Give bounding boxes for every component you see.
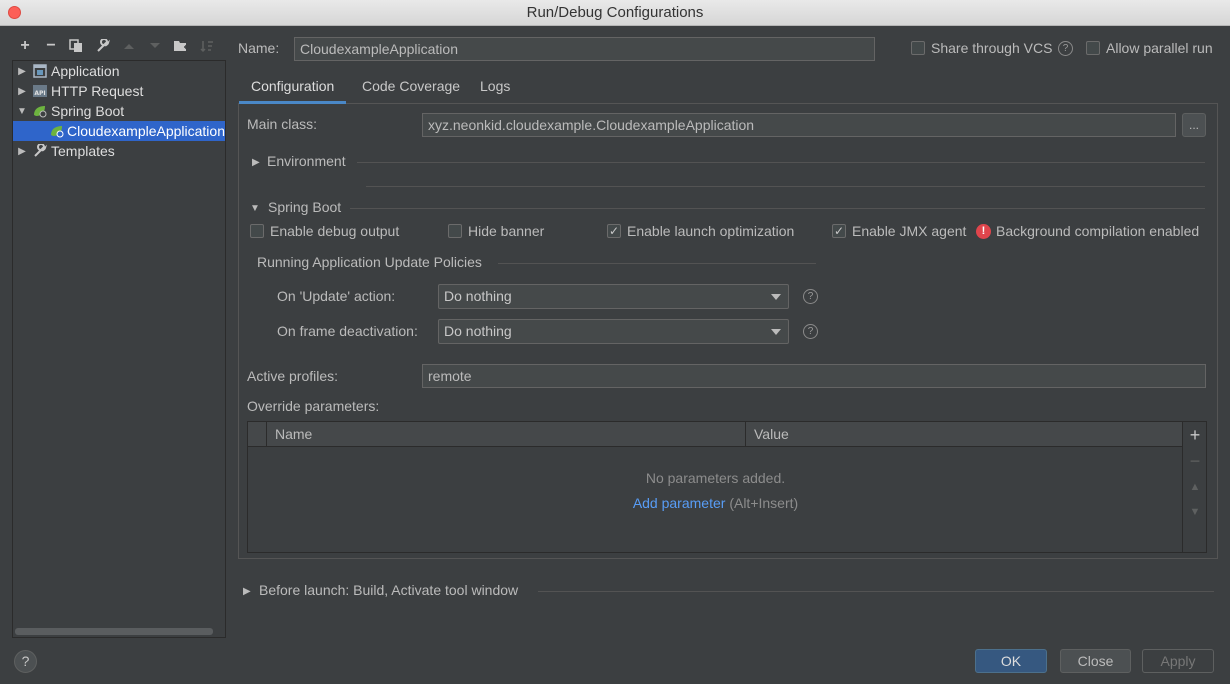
allow-parallel-label[interactable]: Allow parallel run [1106,40,1213,56]
tree-item-label: Spring Boot [51,103,125,119]
expand-arrow-icon[interactable]: ▶ [252,157,260,168]
allow-parallel-checkbox[interactable] [1086,41,1100,55]
share-vcs-label[interactable]: Share through VCS [931,40,1052,56]
divider [366,186,1205,187]
tree-item-application[interactable]: ▶ Application [13,61,225,81]
tab-logs[interactable]: Logs [468,72,522,104]
table-side-toolbar: + − ▲ ▼ [1182,422,1206,552]
table-header: Name Value [248,422,1183,447]
hide-banner-checkbox[interactable] [448,224,462,238]
collapse-arrow-icon[interactable]: ▼ [250,203,260,214]
apply-button: Apply [1142,649,1214,673]
empty-table-text: No parameters added. [645,470,786,486]
spring-boot-icon [31,103,49,119]
tree-item-label: HTTP Request [51,83,144,99]
tree-item-http-request[interactable]: ▶ API HTTP Request [13,81,225,101]
chevron-down-icon [771,329,781,335]
help-button[interactable]: ? [14,650,37,673]
on-update-label: On 'Update' action: [277,288,396,304]
jmx-agent-label[interactable]: Enable JMX agent [852,223,966,239]
environment-label[interactable]: Environment [267,153,346,169]
launch-optimization-checkbox[interactable]: ✓ [607,224,621,238]
hide-banner-label[interactable]: Hide banner [468,223,544,239]
move-up-icon: ▲ [1189,481,1201,493]
spring-boot-section-label[interactable]: Spring Boot [268,199,341,215]
enable-debug-checkbox[interactable] [250,224,264,238]
on-update-value: Do nothing [444,288,512,304]
chevron-down-icon [771,294,781,300]
parameters-table[interactable]: Name Value No parameters added. Add para… [247,421,1207,553]
close-window-icon[interactable] [8,6,21,19]
copy-icon[interactable] [66,36,86,56]
add-icon[interactable]: + [15,36,35,56]
title-bar: Run/Debug Configurations [0,0,1230,26]
on-frame-value: Do nothing [444,323,512,339]
add-icon[interactable]: + [1183,425,1207,445]
column-header-value[interactable]: Value [745,422,1182,447]
main-class-label: Main class: [247,116,318,132]
wrench-icon[interactable] [93,36,113,56]
new-folder-icon[interactable] [171,36,191,56]
close-button[interactable]: Close [1060,649,1131,673]
collapse-arrow-icon[interactable]: ▼ [13,106,31,117]
help-icon[interactable]: ? [803,289,818,304]
tab-code-coverage[interactable]: Code Coverage [350,72,472,104]
expand-arrow-icon[interactable]: ▶ [243,586,251,597]
expand-arrow-icon[interactable]: ▶ [13,146,31,157]
override-parameters-label: Override parameters: [247,398,380,414]
divider [498,263,816,264]
expand-arrow-icon[interactable]: ▶ [13,66,31,77]
name-field[interactable]: CloudexampleApplication [294,37,875,61]
before-launch-label[interactable]: Before launch: Build, Activate tool wind… [259,582,518,598]
main-class-field[interactable]: xyz.neonkid.cloudexample.CloudexampleApp… [422,113,1176,137]
expand-arrow-icon[interactable]: ▶ [13,86,31,97]
tab-configuration[interactable]: Configuration [239,72,347,104]
browse-button[interactable]: ... [1182,113,1206,137]
divider [538,591,1214,592]
tree-item-cloudexample-application[interactable]: CloudexampleApplication [13,121,225,141]
api-icon: API [31,83,49,99]
share-vcs-checkbox[interactable] [911,41,925,55]
help-icon[interactable]: ? [1058,41,1073,56]
application-icon [31,63,49,79]
remove-icon[interactable]: − [41,36,61,56]
divider [350,208,1205,209]
sort-icon [197,36,217,56]
update-policies-label: Running Application Update Policies [257,254,482,270]
configuration-tree[interactable]: ▶ Application ▶ API HTTP Request ▼ Sprin… [12,60,226,638]
launch-optimization-label[interactable]: Enable launch optimization [627,223,794,239]
active-profiles-label: Active profiles: [247,368,339,384]
wrench-icon [31,143,49,159]
move-up-icon [119,36,139,56]
window-title: Run/Debug Configurations [526,4,704,21]
on-update-select[interactable]: Do nothing [438,284,789,309]
tree-horizontal-scrollbar[interactable] [15,628,213,635]
tree-item-label: Templates [51,143,115,159]
ok-button[interactable]: OK [975,649,1047,673]
error-icon: ! [976,224,991,239]
background-compilation-label: Background compilation enabled [996,223,1200,239]
help-icon[interactable]: ? [803,324,818,339]
add-parameter-link[interactable]: Add parameter [633,495,726,511]
enable-debug-label[interactable]: Enable debug output [270,223,399,239]
active-profiles-field[interactable]: remote [422,364,1206,388]
divider [357,162,1205,163]
svg-text:API: API [34,90,45,97]
jmx-agent-checkbox[interactable]: ✓ [832,224,846,238]
name-label: Name: [238,40,280,56]
remove-icon: − [1189,451,1201,471]
spring-boot-icon [48,123,65,139]
add-parameter-shortcut: (Alt+Insert) [729,495,799,511]
column-header-name[interactable]: Name [266,422,746,447]
tree-item-spring-boot[interactable]: ▼ Spring Boot [13,101,225,121]
tree-item-label: Application [51,63,120,79]
tree-item-label: CloudexampleApplication [67,123,225,139]
move-down-icon: ▼ [1189,506,1201,518]
on-frame-select[interactable]: Do nothing [438,319,789,344]
move-down-icon [145,36,165,56]
on-frame-label: On frame deactivation: [277,323,418,339]
add-parameter-row: Add parameter (Alt+Insert) [248,495,1183,511]
tree-item-templates[interactable]: ▶ Templates [13,141,225,161]
